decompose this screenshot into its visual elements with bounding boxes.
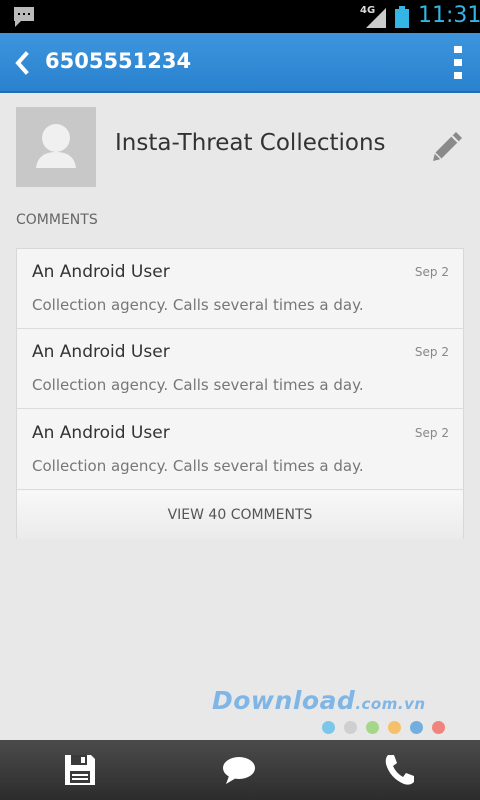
comment-text: Collection agency. Calls several times a… <box>32 457 364 475</box>
comment-text: Collection agency. Calls several times a… <box>32 296 364 314</box>
dot <box>366 721 379 734</box>
status-bar: 4G 11:31 <box>0 0 480 33</box>
view-comments-button[interactable]: VIEW 40 COMMENTS <box>17 491 463 539</box>
action-bar: 6505551234 <box>0 33 480 93</box>
pencil-icon[interactable] <box>428 128 466 166</box>
contact-name: Insta-Threat Collections <box>115 130 386 156</box>
comment-date: Sep 2 <box>414 426 449 440</box>
dot <box>344 721 357 734</box>
comment-item[interactable]: An Android User Sep 2 Collection agency.… <box>17 329 463 409</box>
avatar <box>16 107 96 187</box>
clock: 11:31 <box>418 3 480 28</box>
watermark-suffix: .com.vn <box>355 695 426 713</box>
person-icon <box>36 124 76 168</box>
comments-header: COMMENTS <box>16 212 98 228</box>
comment-item[interactable]: An Android User Sep 2 Collection agency.… <box>17 410 463 490</box>
back-icon[interactable] <box>10 49 36 77</box>
comment-text: Collection agency. Calls several times a… <box>32 376 364 394</box>
save-icon[interactable] <box>62 752 98 788</box>
watermark-main: Download <box>212 686 356 715</box>
comment-date: Sep 2 <box>414 345 449 359</box>
chat-notification-icon <box>14 7 34 27</box>
comments-card: An Android User Sep 2 Collection agency.… <box>16 248 464 539</box>
dot <box>388 721 401 734</box>
comment-date: Sep 2 <box>414 265 449 279</box>
comment-item[interactable]: An Android User Sep 2 Collection agency.… <box>17 249 463 329</box>
overflow-menu-icon[interactable] <box>446 43 470 83</box>
bottom-bar <box>0 740 480 800</box>
comment-user: An Android User <box>32 342 170 362</box>
message-icon[interactable] <box>221 752 257 788</box>
dot <box>410 721 423 734</box>
comment-user: An Android User <box>32 262 170 282</box>
view-comments-label: VIEW 40 COMMENTS <box>167 507 313 523</box>
signal-icon <box>366 8 386 28</box>
comment-user: An Android User <box>32 423 170 443</box>
dot <box>322 721 335 734</box>
phone-number-title: 6505551234 <box>45 49 192 73</box>
phone-icon[interactable] <box>382 752 418 788</box>
watermark: Download.com.vn <box>212 686 426 715</box>
dot <box>432 721 445 734</box>
battery-icon <box>395 6 409 28</box>
watermark-dots <box>322 719 454 738</box>
